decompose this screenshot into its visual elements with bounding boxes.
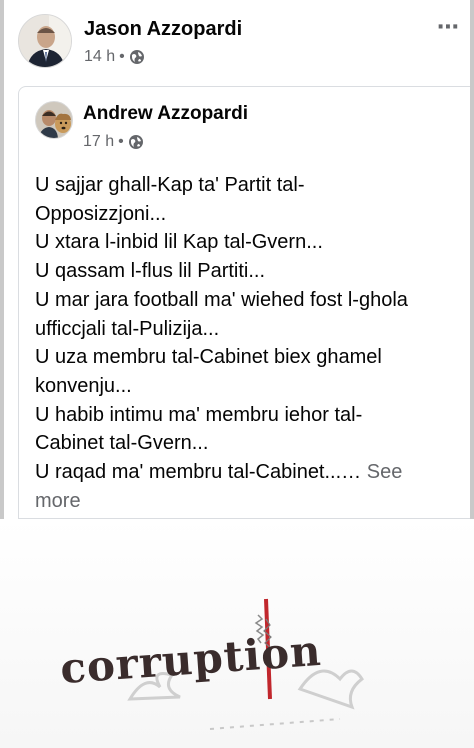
outer-post-time[interactable]: 14 h	[84, 48, 115, 66]
post-line: U sajjar ghall-Kap ta' Partit tal-	[35, 174, 305, 196]
shared-post-header: Andrew Azzopardi 17 h •	[35, 101, 435, 151]
shared-post-card[interactable]: Andrew Azzopardi 17 h • U sajjar ghall-K…	[18, 86, 470, 518]
avatar[interactable]	[18, 14, 72, 68]
post-line: ufficcjali tal-Pulizija...	[35, 317, 220, 340]
meta-separator: •	[119, 48, 125, 65]
post-image[interactable]: corruption	[0, 519, 474, 748]
post-line: konvenju...	[35, 374, 132, 397]
meta-separator: •	[118, 133, 124, 150]
see-more-link[interactable]: See	[367, 461, 403, 483]
more-options-icon[interactable]: ⋯	[437, 16, 460, 38]
outer-author-name[interactable]: Jason Azzopardi	[84, 18, 242, 41]
outer-post-meta: 14 h •	[84, 48, 145, 66]
post-line: U habib intimu ma' membru iehor tal-	[35, 403, 363, 426]
post-line: Opposizzjoni...	[35, 202, 167, 225]
shared-post-meta: 17 h •	[83, 133, 144, 151]
post-line: U qassam l-flus lil Partiti...	[35, 260, 266, 283]
see-more-link[interactable]: more	[35, 487, 445, 516]
post-line-last: U raqad ma' membru tal-Cabinet...… See	[35, 458, 445, 487]
post-line: U raqad ma' membru tal-Cabinet...…	[35, 461, 362, 484]
post-line: U mar jara football ma' wiehed fost l-gh…	[35, 288, 408, 311]
post-line: U uza membru tal-Cabinet biex ghamel	[35, 346, 382, 369]
shared-post-time[interactable]: 17 h	[83, 133, 114, 151]
shared-author-name[interactable]: Andrew Azzopardi	[83, 103, 248, 125]
post-text: U sajjar ghall-Kap ta' Partit tal- Oppos…	[35, 171, 445, 515]
post-line: U xtara l-inbid lil Kap tal-Gvern...	[35, 231, 323, 254]
outer-post-header: Jason Azzopardi 14 h • ⋯	[18, 14, 464, 74]
globe-icon	[129, 50, 144, 64]
globe-icon	[128, 135, 143, 149]
post-line: Cabinet tal-Gvern...	[35, 432, 209, 455]
avatar[interactable]	[35, 101, 73, 139]
